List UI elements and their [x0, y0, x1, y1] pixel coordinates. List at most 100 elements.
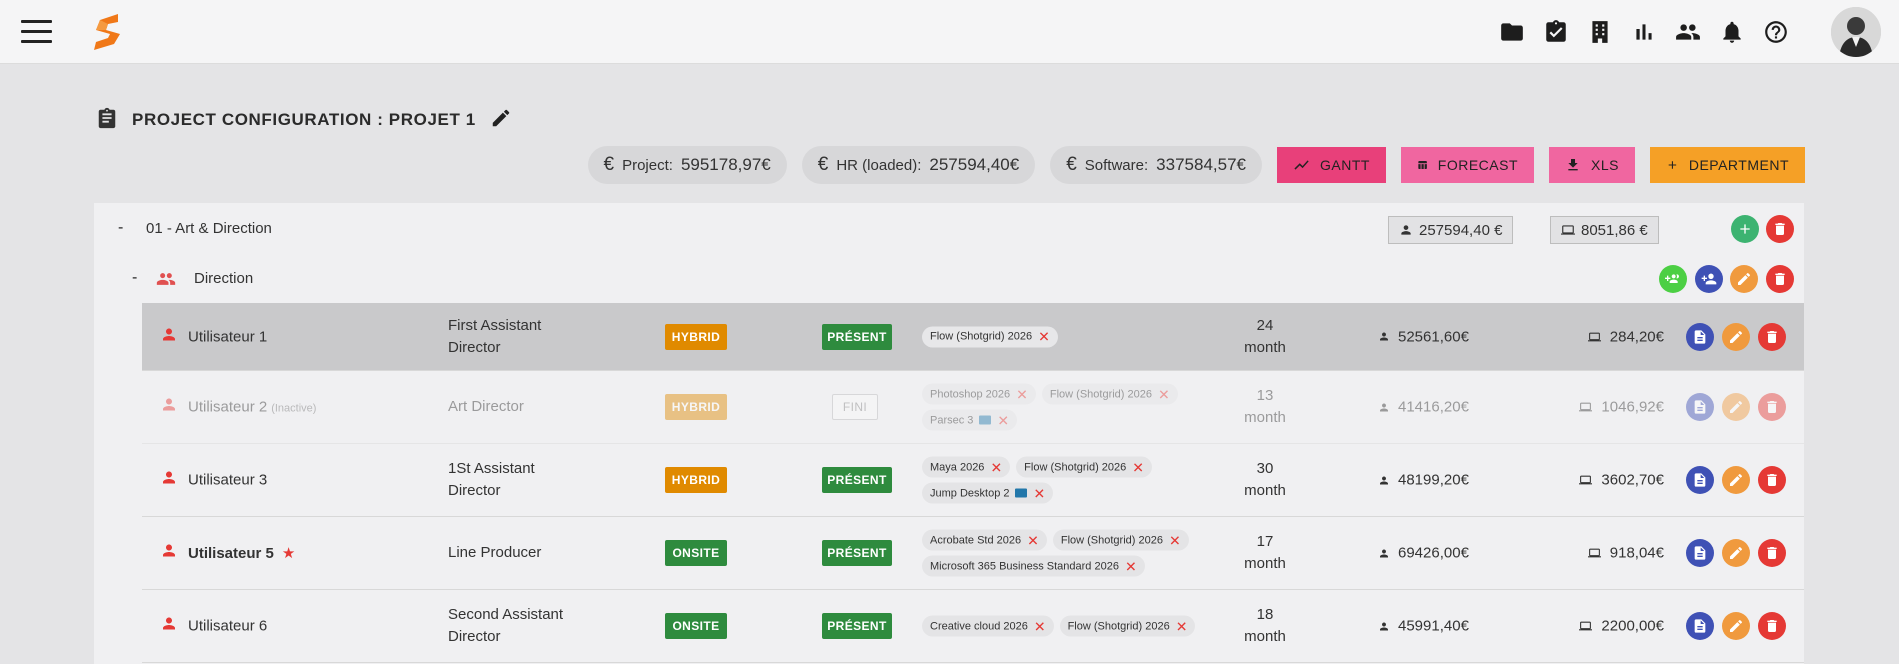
laptop-icon: [1561, 225, 1575, 235]
gantt-button[interactable]: GANTT: [1277, 147, 1386, 183]
edit-user-button[interactable]: [1722, 612, 1750, 640]
remove-tag-icon[interactable]: ✕: [1038, 330, 1050, 344]
pencil-icon: [1730, 330, 1743, 343]
people-icon[interactable]: [1673, 17, 1703, 47]
edit-user-button[interactable]: [1722, 466, 1750, 494]
software-cost: 2200,00€: [1578, 618, 1664, 635]
edit-team-button[interactable]: [1730, 265, 1758, 293]
remove-tag-icon[interactable]: ✕: [1016, 387, 1028, 401]
plus-icon: [1740, 224, 1750, 234]
laptop-icon: [1587, 332, 1601, 341]
page-title: PROJECT CONFIGURATION : PROJET 1: [132, 110, 476, 129]
hr-total-label: HR (loaded):: [836, 156, 922, 174]
bell-icon[interactable]: [1717, 17, 1747, 47]
user-name[interactable]: Utilisateur 2 (Inactive): [188, 399, 316, 416]
user-name-text: Utilisateur 5: [188, 545, 274, 562]
delete-user-button[interactable]: [1758, 322, 1786, 351]
laptop-icon: [1579, 475, 1593, 485]
edit-user-button[interactable]: [1722, 322, 1750, 351]
forecast-button[interactable]: FORECAST: [1401, 147, 1534, 183]
xls-export-button[interactable]: XLS: [1549, 147, 1635, 183]
department-hr-total: 257594,40 €: [1388, 216, 1514, 244]
hr-cost: 52561,60€: [1378, 328, 1469, 345]
user-name-text: Utilisateur 6: [188, 617, 268, 635]
document-icon: [1694, 619, 1706, 633]
add-person-button[interactable]: [1695, 265, 1723, 293]
software-tags: Flow (Shotgrid) 2026 ✕: [922, 326, 1222, 347]
user-document-button[interactable]: [1686, 539, 1714, 567]
duration-unit: month: [1244, 555, 1286, 572]
trash-icon: [1767, 620, 1777, 632]
bar-chart-icon[interactable]: [1629, 17, 1659, 47]
menu-icon[interactable]: [21, 20, 52, 44]
user-name[interactable]: Utilisateur 1: [188, 328, 271, 345]
person-icon: [160, 469, 178, 492]
remove-tag-icon[interactable]: ✕: [1027, 533, 1039, 547]
person-add-icon: [1701, 273, 1717, 285]
edit-user-button[interactable]: [1722, 539, 1750, 567]
department-panel: - 01 - Art & Direction 257594,40 € 8051,…: [94, 203, 1804, 664]
user-row[interactable]: Utilisateur 2 (Inactive) Art Director HYB…: [142, 371, 1804, 444]
delete-department-button[interactable]: [1766, 215, 1794, 243]
add-team-button[interactable]: [1731, 215, 1759, 243]
user-name-text: Utilisateur 2: [188, 398, 268, 416]
user-name[interactable]: Utilisateur 6: [188, 618, 271, 635]
user-name[interactable]: Utilisateur 3: [188, 472, 271, 489]
remove-tag-icon[interactable]: ✕: [1034, 619, 1046, 633]
duration-unit: month: [1244, 338, 1286, 356]
edit-user-button[interactable]: [1722, 393, 1750, 421]
building-icon[interactable]: [1585, 17, 1615, 47]
remove-tag-icon[interactable]: ✕: [1033, 486, 1045, 500]
department-label: DEPARTMENT: [1688, 157, 1789, 173]
help-icon[interactable]: [1761, 17, 1791, 47]
user-row[interactable]: Utilisateur 6 Second Assistant Director …: [142, 590, 1804, 663]
xls-label: XLS: [1591, 157, 1619, 173]
remove-tag-icon[interactable]: ✕: [1169, 533, 1181, 547]
user-document-button[interactable]: [1686, 466, 1714, 494]
delete-user-button[interactable]: [1758, 539, 1786, 567]
remove-tag-icon[interactable]: ✕: [1132, 460, 1144, 474]
user-name[interactable]: Utilisateur 5 ★: [188, 544, 295, 562]
delete-team-button[interactable]: [1766, 265, 1794, 293]
remove-tag-icon[interactable]: ✕: [1158, 387, 1170, 401]
edit-title-icon[interactable]: [490, 107, 512, 134]
user-document-button[interactable]: [1686, 393, 1714, 421]
app-logo[interactable]: [92, 12, 122, 52]
user-row[interactable]: Utilisateur 5 ★ Line Producer ONSITE PRÉS…: [142, 517, 1804, 590]
add-department-button[interactable]: DEPARTMENT: [1650, 147, 1805, 183]
collapse-team-toggle[interactable]: -: [132, 269, 137, 287]
duration: 18 month: [1230, 604, 1300, 648]
duration-unit: month: [1244, 482, 1286, 499]
software-cost-value: 918,04€: [1609, 544, 1664, 562]
folder-icon[interactable]: [1497, 17, 1527, 47]
software-tags: Acrobate Std 2026 ✕ Flow (Shotgrid) 2026 ✕ M…: [922, 529, 1222, 577]
team-row: - Direction: [94, 253, 1804, 303]
user-avatar[interactable]: [1831, 7, 1881, 57]
delete-user-button[interactable]: [1758, 466, 1786, 494]
document-icon: [1694, 329, 1706, 344]
hr-total-chip: € HR (loaded): 257594,40€: [801, 146, 1036, 184]
remove-tag-icon[interactable]: ✕: [1125, 559, 1137, 573]
remove-tag-icon[interactable]: ✕: [990, 460, 1002, 474]
user-document-button[interactable]: [1686, 612, 1714, 640]
software-tag-label: Flow (Shotgrid) 2026: [1060, 534, 1163, 546]
laptop-icon: [1579, 621, 1593, 631]
user-row[interactable]: Utilisateur 1 First Assistant Director H…: [142, 303, 1804, 371]
software-tag-label: Acrobate Std 2026: [930, 534, 1022, 546]
delete-user-button[interactable]: [1758, 612, 1786, 640]
user-document-button[interactable]: [1686, 322, 1714, 351]
software-tag-label: Jump Desktop 2: [930, 487, 1010, 499]
delete-user-button[interactable]: [1758, 393, 1786, 421]
user-role: Line Producer: [448, 544, 542, 561]
add-group-button[interactable]: [1659, 265, 1687, 293]
remove-tag-icon[interactable]: ✕: [1176, 619, 1188, 633]
clipboard-check-icon[interactable]: [1541, 17, 1571, 47]
remove-tag-icon[interactable]: ✕: [997, 413, 1009, 427]
software-tag-label: Flow (Shotgrid) 2026: [1067, 620, 1170, 632]
department-name: 01 - Art & Direction: [146, 220, 272, 237]
user-role: 1St Assistant Director: [448, 460, 535, 499]
user-row[interactable]: Utilisateur 3 1St Assistant Director HYB…: [142, 444, 1804, 517]
collapse-department-toggle[interactable]: -: [118, 219, 123, 237]
software-cost-value: 1046,92€: [1601, 398, 1664, 416]
project-total-chip: € Project: 595178,97€: [587, 146, 787, 184]
